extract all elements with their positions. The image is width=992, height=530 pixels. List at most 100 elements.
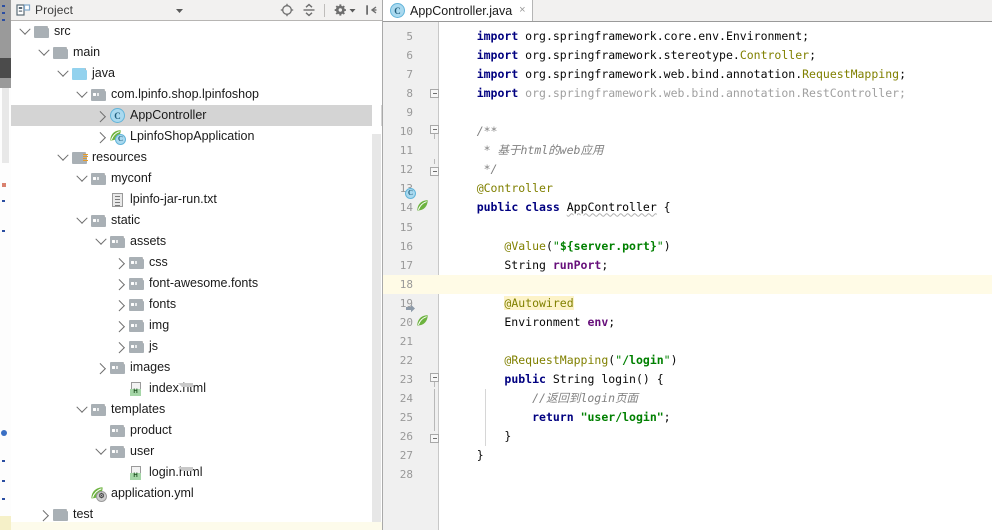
chevron-down-icon[interactable]	[173, 4, 185, 16]
fold-end-icon[interactable]	[429, 159, 440, 179]
chevron-right-icon[interactable]	[111, 296, 128, 313]
line-number: 17	[399, 258, 413, 272]
tree-node-index-html[interactable]: Hindex.html	[11, 378, 382, 399]
project-tree-scroll[interactable]: src main java com.lpinfo.shop.lpinfoshop C Ap…	[11, 21, 382, 530]
code-line[interactable]: 27 }	[383, 446, 992, 465]
tab-appcontroller-java[interactable]: C AppController.java ×	[383, 0, 533, 21]
chevron-down-icon[interactable]	[73, 86, 90, 103]
code-token: return	[532, 409, 574, 424]
code-line[interactable]: 25 return "user/login";	[383, 407, 992, 428]
code-line[interactable]: 23 public String login() {	[383, 370, 992, 389]
tree-node-font-awesome-fonts[interactable]: font-awesome.fonts	[11, 273, 382, 294]
tree-node-java[interactable]: java	[11, 63, 382, 84]
chevron-down-icon[interactable]	[35, 44, 52, 61]
chevron-right-icon[interactable]	[35, 506, 52, 523]
tree-node-label: images	[130, 360, 171, 375]
gear-dropdown-icon[interactable]	[349, 3, 356, 18]
code-line[interactable]: 9	[383, 103, 992, 122]
code-line[interactable]: 24 //返回到login页面	[383, 388, 992, 408]
tree-node-login-html[interactable]: Hlogin.html	[11, 462, 382, 483]
code-line[interactable]: 28	[383, 465, 992, 484]
code-line[interactable]: 16 @Value("${server.port}")	[383, 237, 992, 256]
tree-node-main[interactable]: main	[11, 42, 382, 63]
tree-node-label: img	[149, 318, 170, 333]
code-line[interactable]: 22 @RequestMapping("/login")	[383, 351, 992, 370]
package-folder-icon	[90, 170, 107, 187]
chevron-down-icon[interactable]	[54, 149, 71, 166]
tree-node-templates[interactable]: templates	[11, 399, 382, 420]
tree-node-img[interactable]: img	[11, 315, 382, 336]
gear-icon[interactable]	[333, 3, 348, 18]
code-line[interactable]: 19 @Autowired	[383, 294, 992, 313]
tree-node-css[interactable]: css	[11, 252, 382, 273]
code-line[interactable]: 17 String runPort;	[383, 256, 992, 275]
chevron-right-icon[interactable]	[92, 107, 109, 124]
code-line[interactable]: 15	[383, 218, 992, 237]
fold-start-icon[interactable]	[429, 122, 440, 141]
tree-node-resources[interactable]: resources	[11, 147, 382, 168]
tree-node-lpinfoshopapplication[interactable]: C LpinfoShopApplication	[11, 126, 382, 147]
chevron-down-icon[interactable]	[73, 170, 90, 187]
code-editor[interactable]: 4 import org.springframework.beans.facto…	[383, 22, 992, 530]
fold-end-icon[interactable]	[429, 84, 440, 103]
hide-panel-icon[interactable]	[363, 3, 378, 18]
code-line[interactable]: 5 import org.springframework.core.env.En…	[383, 27, 992, 46]
chevron-right-icon[interactable]	[92, 359, 109, 376]
tree-node-src[interactable]: src	[11, 21, 382, 42]
code-line[interactable]: 20 Environment env;	[383, 304, 992, 332]
scrollbar-thumb[interactable]	[372, 134, 381, 530]
code-line[interactable]: 26 }	[383, 426, 992, 446]
spring-bean-class-gutter-icon[interactable]: C	[405, 188, 433, 216]
tree-node-product[interactable]: product	[11, 420, 382, 441]
tree-node-js[interactable]: js	[11, 336, 382, 357]
spring-autowired-gutter-icon[interactable]	[406, 304, 433, 331]
scroll-from-source-icon[interactable]	[279, 3, 294, 18]
chevron-down-icon[interactable]	[16, 23, 33, 40]
tree-node-com-lpinfo-shop-lpinfoshop[interactable]: com.lpinfo.shop.lpinfoshop	[11, 84, 382, 105]
close-icon[interactable]: ×	[519, 5, 525, 16]
code-lines[interactable]: 4 import org.springframework.beans.facto…	[383, 22, 992, 484]
tree-node-user[interactable]: user	[11, 441, 382, 462]
chevron-down-icon[interactable]	[54, 65, 71, 82]
tree-node-static[interactable]: static	[11, 210, 382, 231]
code-line[interactable]: 14 C public class AppController {	[383, 188, 992, 217]
code-line[interactable]: 6 import org.springframework.stereotype.…	[383, 46, 992, 65]
code-line[interactable]: 10 /**	[383, 122, 992, 141]
tree-node-application-yml[interactable]: ⚙ application.yml	[11, 483, 382, 504]
code-line[interactable]: 7 import org.springframework.web.bind.an…	[383, 65, 992, 84]
chevron-down-icon[interactable]	[92, 233, 109, 250]
chevron-down-icon[interactable]	[73, 212, 90, 229]
code-line[interactable]: 12 */	[383, 159, 992, 179]
line-number: 6	[406, 49, 413, 63]
code-line[interactable]: 18	[383, 274, 992, 294]
code-text: import org.springframework.web.bind.anno…	[449, 84, 906, 103]
fold-start-icon[interactable]	[429, 370, 440, 389]
chevron-right-icon[interactable]	[92, 128, 109, 145]
chevron-right-icon[interactable]	[111, 275, 128, 292]
fold-end-icon[interactable]	[429, 426, 440, 446]
chevron-right-icon[interactable]	[111, 254, 128, 271]
project-tree-scrollbar[interactable]	[372, 21, 381, 530]
code-token: @Autowired	[504, 295, 574, 310]
code-line[interactable]: 11 * 基于html的web应用	[383, 141, 992, 160]
chevron-right-icon[interactable]	[111, 317, 128, 334]
tree-node-myconf[interactable]: myconf	[11, 168, 382, 189]
collapse-all-icon[interactable]	[301, 3, 316, 18]
code-line[interactable]: 13 @Controller	[383, 179, 992, 198]
code-line[interactable]: 8 import org.springframework.web.bind.an…	[383, 84, 992, 103]
chevron-down-icon[interactable]	[73, 401, 90, 418]
chevron-right-icon[interactable]	[111, 338, 128, 355]
tree-node-images[interactable]: images	[11, 357, 382, 378]
tree-node-appcontroller[interactable]: C AppController	[11, 105, 382, 126]
chevron-down-icon[interactable]	[92, 443, 109, 460]
code-token: 基于	[497, 143, 521, 158]
folder-icon	[71, 65, 88, 82]
folder-icon	[52, 44, 69, 61]
tree-node-fonts[interactable]: fonts	[11, 294, 382, 315]
code-line[interactable]: 21	[383, 332, 992, 351]
package-folder-icon	[128, 317, 145, 334]
tree-node-lpinfo-jar-run-txt[interactable]: lpinfo-jar-run.txt	[11, 189, 382, 210]
tree-node-assets[interactable]: assets	[11, 231, 382, 252]
